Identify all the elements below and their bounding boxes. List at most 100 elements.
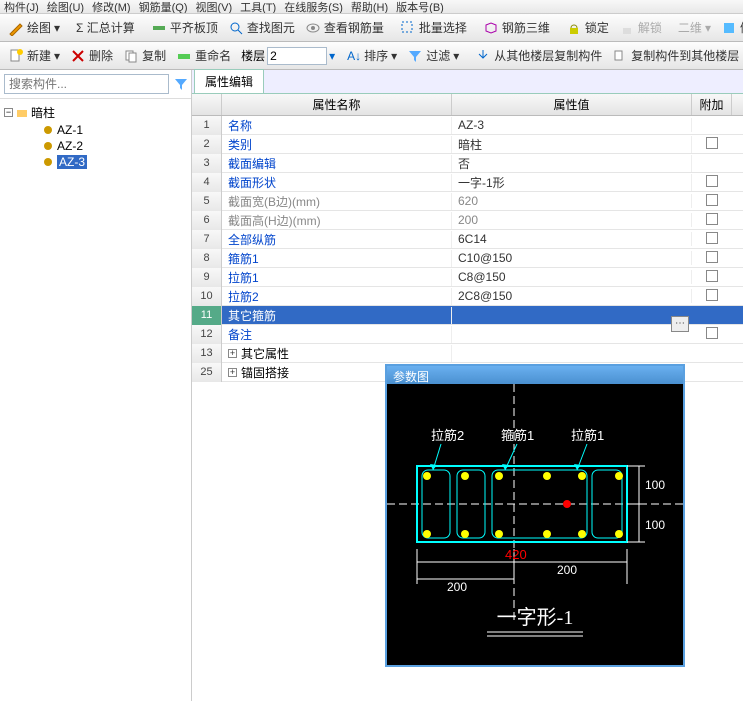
copy-from-other-button[interactable]: 从其他楼层复制构件 <box>471 45 606 66</box>
extra-cell[interactable] <box>692 194 732 209</box>
extra-cell[interactable] <box>692 175 732 190</box>
property-row[interactable]: 11其它箍筋⋯ <box>192 306 743 325</box>
extra-cell[interactable] <box>692 232 732 247</box>
property-value[interactable]: 200 <box>452 213 692 227</box>
lock-button[interactable]: 锁定 <box>562 17 613 38</box>
property-row[interactable]: 10拉筋22C8@150 <box>192 287 743 306</box>
extra-cell[interactable] <box>692 213 732 228</box>
new-button[interactable]: 新建 ▾ <box>4 45 64 66</box>
menu-version[interactable]: 版本号(B) <box>396 0 444 14</box>
batch-select-button[interactable]: 批量选择 <box>396 17 471 38</box>
row-number: 8 <box>192 249 222 268</box>
menu-component[interactable]: 构件(J) <box>4 0 39 14</box>
menu-view[interactable]: 视图(V) <box>196 0 233 14</box>
property-name: 拉筋1 <box>222 269 452 286</box>
find-element-button[interactable]: 查找图元 <box>224 17 299 38</box>
checkbox[interactable] <box>706 213 718 225</box>
checkbox[interactable] <box>706 270 718 282</box>
delete-button[interactable]: 删除 <box>66 45 117 66</box>
property-row[interactable]: 8箍筋1C10@150 <box>192 249 743 268</box>
property-row[interactable]: 6截面高(H边)(mm)200 <box>192 211 743 230</box>
checkbox[interactable] <box>706 137 718 149</box>
checkbox[interactable] <box>706 194 718 206</box>
property-row[interactable]: 5截面宽(B边)(mm)620 <box>192 192 743 211</box>
menu-online[interactable]: 在线服务(S) <box>284 0 343 14</box>
tree-item-az1[interactable]: AZ-1 <box>0 122 191 138</box>
property-row[interactable]: 13+其它属性 <box>192 344 743 363</box>
header-extra: 附加 <box>692 94 732 115</box>
header-name: 属性名称 <box>222 94 452 115</box>
checkbox[interactable] <box>706 232 718 244</box>
checkbox[interactable] <box>706 327 718 339</box>
top-view-button[interactable]: 俯视 <box>717 17 743 38</box>
sum-button[interactable]: Σ 汇总计算 <box>72 17 139 38</box>
rename-icon <box>176 48 192 64</box>
rename-button[interactable]: 重命名 <box>172 45 235 66</box>
property-row[interactable]: 4截面形状一字-1形 <box>192 173 743 192</box>
search-input[interactable] <box>4 74 169 94</box>
copy-button[interactable]: 复制 <box>119 45 170 66</box>
folder-icon <box>16 107 28 119</box>
row-number: 13 <box>192 344 222 363</box>
checkbox[interactable] <box>706 251 718 263</box>
component-tree: − 暗柱 AZ-1 AZ-2 AZ-3 <box>0 99 191 174</box>
pencil-icon <box>8 20 24 36</box>
floor-dropdown-icon[interactable]: ▾ <box>329 49 335 63</box>
funnel-icon <box>407 48 423 64</box>
menu-draw[interactable]: 绘图(U) <box>47 0 84 14</box>
flat-slab-button[interactable]: 平齐板顶 <box>147 17 222 38</box>
extra-cell[interactable] <box>692 289 732 304</box>
extra-cell[interactable] <box>692 327 732 342</box>
property-value[interactable]: 否 <box>452 155 692 172</box>
expand-icon[interactable]: + <box>228 368 237 377</box>
property-row[interactable]: 7全部纵筋6C14 <box>192 230 743 249</box>
expand-icon[interactable]: + <box>228 349 237 358</box>
property-value[interactable]: 620 <box>452 194 692 208</box>
more-button[interactable]: ⋯ <box>671 316 689 332</box>
property-name: 截面形状 <box>222 174 452 191</box>
property-value[interactable]: 2C8@150 <box>452 289 692 303</box>
rebar-3d-button[interactable]: 钢筋三维 <box>479 17 554 38</box>
header-rownum <box>192 94 222 115</box>
property-row[interactable]: 1名称AZ-3 <box>192 116 743 135</box>
property-value[interactable]: C8@150 <box>452 270 692 284</box>
extra-cell[interactable] <box>692 270 732 285</box>
topview-icon <box>721 20 737 36</box>
menu-help[interactable]: 帮助(H) <box>351 0 388 14</box>
property-value[interactable]: 6C14 <box>452 232 692 246</box>
tree-root[interactable]: − 暗柱 <box>0 103 191 122</box>
delete-icon <box>70 48 86 64</box>
two-d-button[interactable]: 二维 ▾ <box>674 17 715 38</box>
toolbar-component: 新建 ▾ 删除 复制 重命名 楼层 ▾ A↓排序 ▾ 过滤 ▾ 从其他楼层复制构… <box>0 42 743 70</box>
draw-button[interactable]: 绘图 ▾ <box>4 17 64 38</box>
property-value[interactable]: C10@150 <box>452 251 692 265</box>
view-rebar-button[interactable]: 查看钢筋量 <box>301 17 388 38</box>
extra-cell[interactable] <box>692 251 732 266</box>
floor-select[interactable] <box>267 47 327 65</box>
menu-tools[interactable]: 工具(T) <box>240 0 276 14</box>
menu-modify[interactable]: 修改(M) <box>92 0 131 14</box>
checkbox[interactable] <box>706 175 718 187</box>
tree-item-az2[interactable]: AZ-2 <box>0 138 191 154</box>
gear-icon <box>42 156 54 168</box>
floor-label: 楼层 <box>241 47 265 64</box>
extra-cell[interactable] <box>692 137 732 152</box>
property-row[interactable]: 9拉筋1C8@150 <box>192 268 743 287</box>
property-value[interactable]: 暗柱 <box>452 136 692 153</box>
checkbox[interactable] <box>706 289 718 301</box>
menu-rebar[interactable]: 钢筋量(Q) <box>139 0 188 14</box>
sort-button[interactable]: A↓排序 ▾ <box>343 45 401 66</box>
property-value[interactable]: 一字-1形 <box>452 174 692 191</box>
property-row[interactable]: 3截面编辑否 <box>192 154 743 173</box>
property-name: 截面高(H边)(mm) <box>222 212 452 229</box>
property-row[interactable]: 12备注 <box>192 325 743 344</box>
funnel-icon[interactable] <box>173 76 187 92</box>
property-value[interactable]: AZ-3 <box>452 118 692 132</box>
filter-button[interactable]: 过滤 ▾ <box>403 45 463 66</box>
copy-to-other-button[interactable]: 复制构件到其他楼层 <box>608 45 743 66</box>
property-row[interactable]: 2类别暗柱 <box>192 135 743 154</box>
unlock-button[interactable]: 解锁 <box>615 17 666 38</box>
tree-item-az3[interactable]: AZ-3 <box>0 154 191 170</box>
tab-property-edit[interactable]: 属性编辑 <box>194 69 264 93</box>
collapse-icon[interactable]: − <box>4 108 13 117</box>
